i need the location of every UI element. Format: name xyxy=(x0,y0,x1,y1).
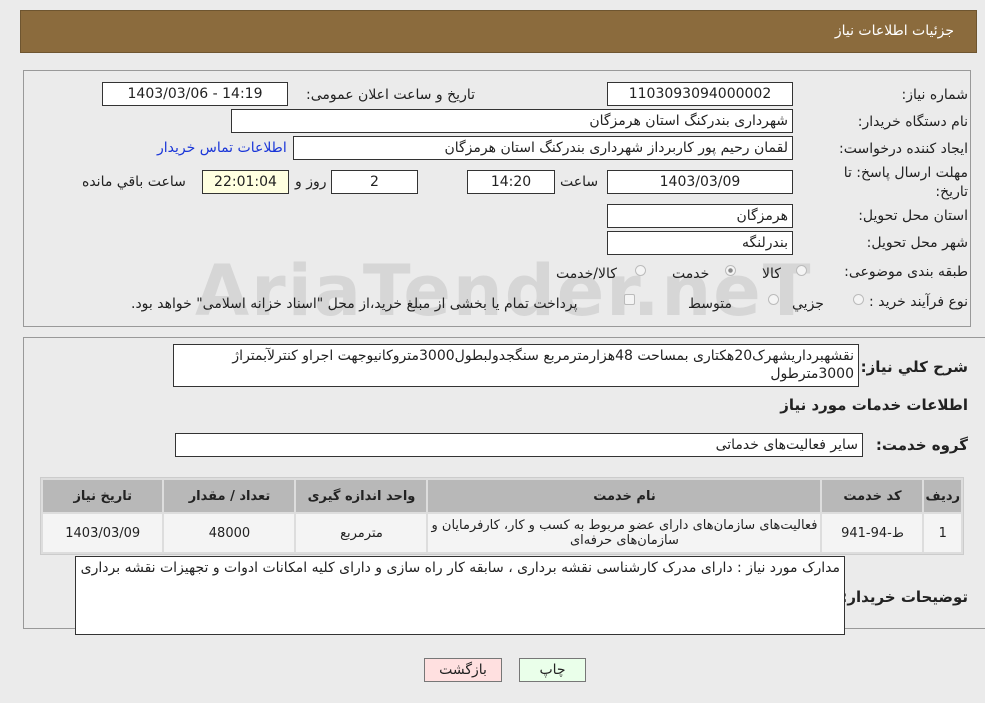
category-radio-service[interactable] xyxy=(725,265,736,276)
category-option-both: کالا/خدمت xyxy=(556,266,617,282)
buyer-org-label: نام دستگاه خریدار: xyxy=(857,114,968,130)
process-radio-medium[interactable] xyxy=(768,294,779,305)
col-quantity: تعداد / مقدار xyxy=(164,480,295,512)
city-field: بندرلنگه xyxy=(607,231,793,255)
days-label: روز و xyxy=(295,174,327,190)
process-label: نوع فرآیند خرید : xyxy=(869,294,968,310)
table-row: 1 ط-94-941 فعالیت‌های سازمان‌های دارای ع… xyxy=(43,514,961,552)
print-button[interactable]: چاپ xyxy=(519,658,586,682)
category-radio-goods[interactable] xyxy=(796,265,807,276)
province-field: هرمزگان xyxy=(607,204,793,228)
creator-label: ایجاد کننده درخواست: xyxy=(839,141,968,157)
page-title: جزئیات اطلاعات نیاز xyxy=(834,23,954,39)
province-label: استان محل تحویل: xyxy=(858,208,968,224)
service-group-label: گروه خدمت: xyxy=(875,436,968,454)
cell-code: ط-94-941 xyxy=(822,514,923,552)
buyer-notes-label: توضیحات خریدار: xyxy=(841,588,968,606)
need-number-field: 1103093094000002 xyxy=(607,82,793,106)
col-unit: واحد اندازه گیری xyxy=(296,480,427,512)
treasury-checkbox[interactable] xyxy=(624,294,635,305)
category-radio-both[interactable] xyxy=(635,265,646,276)
category-option-goods: کالا xyxy=(762,266,781,282)
table-header-row: ردیف کد خدمت نام خدمت واحد اندازه گیری ت… xyxy=(43,480,961,512)
description-textarea[interactable]: نقشهبرداریشهرک20هکتاری بمساحت 48هزارمترم… xyxy=(173,344,859,387)
description-label: شرح كلي نياز: xyxy=(860,358,968,376)
days-field: 2 xyxy=(331,170,418,194)
page-header: جزئیات اطلاعات نیاز xyxy=(20,10,977,53)
deadline-date-field: 1403/03/09 xyxy=(607,170,793,194)
process-note: پرداخت تمام یا بخشی از مبلغ خرید،از محل … xyxy=(131,296,578,312)
category-option-service: خدمت xyxy=(672,266,710,282)
creator-field: لقمان رحیم پور کاربرداز شهرداری بندرکنگ … xyxy=(293,136,793,160)
cell-name: فعالیت‌های سازمان‌های دارای عضو مربوط به… xyxy=(428,514,821,552)
process-option-medium: متوسط xyxy=(688,296,732,312)
process-option-minor: جزيي xyxy=(792,296,824,312)
remaining-time-field: 22:01:04 xyxy=(202,170,289,194)
service-group-field: سایر فعالیت‌های خدماتی xyxy=(175,433,863,457)
col-name: نام خدمت xyxy=(428,480,821,512)
remaining-label: ساعت باقي مانده xyxy=(82,174,186,190)
cell-quantity: 48000 xyxy=(164,514,295,552)
cell-row: 1 xyxy=(924,514,961,552)
col-date: تاریخ نیاز xyxy=(43,480,163,512)
cell-unit: مترمربع xyxy=(296,514,427,552)
announce-label: تاریخ و ساعت اعلان عمومی: xyxy=(306,87,475,103)
buyer-contact-link[interactable]: اطلاعات تماس خریدار xyxy=(157,140,287,156)
process-radio-minor[interactable] xyxy=(853,294,864,305)
services-section-title: اطلاعات خدمات مورد نیاز xyxy=(780,396,968,414)
back-button[interactable]: بازگشت xyxy=(424,658,502,682)
time-label: ساعت xyxy=(560,174,599,190)
deadline-label: مهلت ارسال پاسخ: تا تاریخ: xyxy=(843,165,968,200)
col-row: ردیف xyxy=(924,480,961,512)
category-label: طبقه بندی موضوعی: xyxy=(844,264,968,280)
cell-date: 1403/03/09 xyxy=(43,514,163,552)
deadline-time-field: 14:20 xyxy=(467,170,555,194)
buyer-org-field: شهرداری بندرکنگ استان هرمزگان xyxy=(231,109,793,133)
need-number-label: شماره نیاز: xyxy=(901,87,969,103)
buyer-notes-textarea[interactable]: مدارک مورد نیاز : دارای مدرک کارشناسی نق… xyxy=(75,556,845,635)
col-code: کد خدمت xyxy=(822,480,923,512)
services-table: ردیف کد خدمت نام خدمت واحد اندازه گیری ت… xyxy=(40,477,964,555)
city-label: شهر محل تحویل: xyxy=(866,235,968,251)
announce-field: 1403/03/06 - 14:19 xyxy=(102,82,288,106)
